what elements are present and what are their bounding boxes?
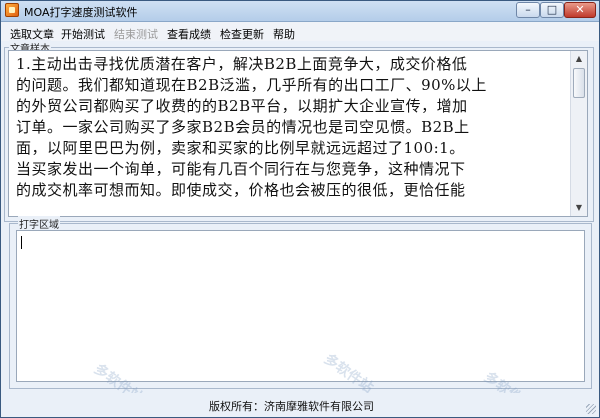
sample-line: 的外贸公司都购买了收费的的B2B平台，以期扩大企业宣传，增加: [16, 97, 468, 115]
sample-line: 的成交机率可想而知。即使成交，价格也会被压的很低，更恰任能: [16, 181, 466, 199]
maximize-button[interactable]: □: [540, 2, 564, 18]
sample-text: 1.主动出击寻找优质潜在客户，解决B2B上面竞争大，成交价格低 的问题。我们都知…: [16, 54, 568, 201]
menu-bar: 选取文章 开始测试 结束测试 查看成绩 检查更新 帮助: [1, 22, 599, 41]
sample-line: 的问题。我们都知道现在B2B泛滥，几乎所有的出口工厂、90%以上: [16, 76, 487, 94]
typing-group-label: 打字区域: [18, 216, 60, 231]
sample-line: 订单。一家公司购买了多家B2B会员的情况也是司空见惯。B2B上: [16, 118, 470, 136]
scroll-up-arrow-icon[interactable]: ▲: [572, 51, 586, 67]
scroll-down-arrow-icon[interactable]: ▼: [572, 200, 586, 216]
menu-end-test[interactable]: 结束测试: [114, 26, 158, 42]
minimize-button[interactable]: –: [516, 2, 540, 18]
text-caret: [21, 236, 22, 249]
moa-app-icon[interactable]: [5, 3, 19, 17]
close-button[interactable]: ✕: [564, 2, 596, 18]
title-bar[interactable]: MOA打字速度测试软件 – □ ✕: [1, 1, 599, 22]
menu-check-updates[interactable]: 检查更新: [220, 26, 264, 42]
copyright-text: 版权所有：济南摩雅软件有限公司: [209, 400, 374, 413]
menu-view-scores[interactable]: 查看成绩: [167, 26, 211, 42]
sample-line: 1.主动出击寻找优质潜在客户，解决B2B上面竞争大，成交价格低: [16, 55, 468, 73]
scrollbar-thumb[interactable]: [573, 68, 585, 98]
sample-scrollbar[interactable]: ▲ ▼: [570, 51, 587, 216]
status-bar: 版权所有：济南摩雅软件有限公司: [1, 393, 599, 417]
resize-grip-icon[interactable]: [586, 404, 596, 414]
menu-start-test[interactable]: 开始测试: [61, 26, 105, 42]
sample-line: 面，以阿里巴巴为例，卖家和买家的比例早就远远超过了100:1。: [16, 139, 465, 157]
sample-line: 当买家发出一个询单，可能有几百个同行在与您竞争，这种情况下: [16, 160, 466, 178]
app-window: MOA打字速度测试软件 – □ ✕ 选取文章 开始测试 结束测试 查看成绩 检查…: [0, 0, 600, 418]
sample-text-area[interactable]: 1.主动出击寻找优质潜在客户，解决B2B上面竞争大，成交价格低 的问题。我们都知…: [8, 50, 588, 217]
window-title: MOA打字速度测试软件: [24, 6, 138, 19]
menu-help[interactable]: 帮助: [273, 26, 295, 42]
